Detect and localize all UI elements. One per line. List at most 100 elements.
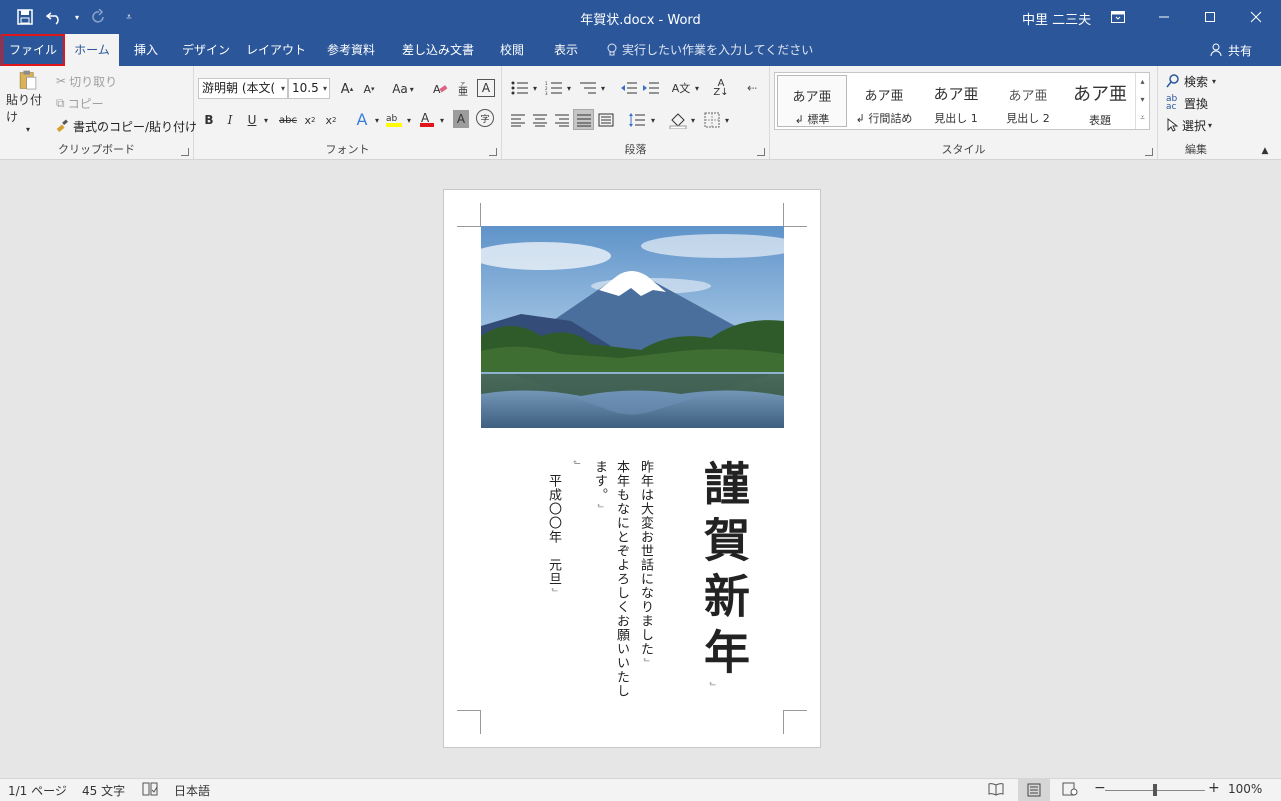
- zoom-level[interactable]: 100%: [1228, 782, 1262, 796]
- highlight-dropdown-icon[interactable]: ▾: [404, 110, 414, 130]
- zoom-in-icon[interactable]: +: [1208, 780, 1220, 796]
- customize-qat-icon[interactable]: ⩡: [116, 6, 142, 28]
- shrink-font-icon[interactable]: A ▾: [360, 79, 378, 99]
- text-effects-dropdown-icon[interactable]: ▾: [372, 110, 382, 130]
- greeting-line-1[interactable]: 昨年は大変お世話になりました↲: [636, 460, 654, 665]
- numbering-icon[interactable]: 123: [542, 78, 566, 98]
- shading-icon[interactable]: [668, 110, 688, 130]
- subscript-icon[interactable]: x2: [301, 110, 319, 130]
- zoom-slider-thumb[interactable]: [1153, 784, 1157, 796]
- line-spacing-dropdown-icon[interactable]: ▾: [648, 110, 658, 130]
- underline-dropdown-icon[interactable]: ▾: [261, 110, 271, 130]
- find-button[interactable]: 検索 ▾: [1166, 72, 1216, 90]
- multilevel-list-icon[interactable]: [576, 78, 600, 98]
- numbering-dropdown-icon[interactable]: ▾: [564, 78, 574, 98]
- tab-layout[interactable]: レイアウト: [245, 34, 307, 66]
- cut-button[interactable]: ✂ 切り取り: [56, 73, 117, 89]
- strikethrough-icon[interactable]: abc: [277, 110, 299, 130]
- style-heading-2[interactable]: あア亜 見出し 2: [993, 75, 1063, 127]
- zoom-out-icon[interactable]: −: [1094, 780, 1106, 796]
- style-normal[interactable]: あア亜 ↲ 標準: [777, 75, 847, 127]
- styles-launcher-icon[interactable]: [1145, 148, 1153, 156]
- tab-file[interactable]: ファイル: [1, 34, 65, 66]
- font-name-combo[interactable]: 游明朝 (本文( ▾: [198, 78, 288, 99]
- change-case-button[interactable]: Aa ▾: [388, 79, 418, 99]
- tab-view[interactable]: 表示: [544, 34, 588, 66]
- justify-icon[interactable]: [573, 109, 594, 130]
- paste-dropdown-icon[interactable]: ▾: [26, 125, 30, 134]
- undo-dropdown-icon[interactable]: ▾: [72, 6, 82, 28]
- grow-font-icon[interactable]: A ▴: [338, 79, 356, 99]
- close-icon[interactable]: [1233, 0, 1279, 34]
- line-spacing-icon[interactable]: [626, 110, 648, 130]
- scroll-up-icon[interactable]: ▴: [1136, 73, 1149, 91]
- shading-dropdown-icon[interactable]: ▾: [688, 110, 698, 130]
- font-color-dropdown-icon[interactable]: ▾: [437, 110, 447, 130]
- tell-me-box[interactable]: 実行したい作業を入力してください: [606, 34, 813, 66]
- format-painter-button[interactable]: 書式のコピー/貼り付け: [56, 118, 197, 134]
- style-no-spacing[interactable]: あア亜 ↲ 行間詰め: [849, 75, 919, 127]
- select-button[interactable]: 選択 ▾: [1166, 116, 1212, 134]
- read-mode-icon[interactable]: [988, 782, 1004, 799]
- headline-text[interactable]: 謹賀新年: [694, 460, 754, 684]
- tab-insert[interactable]: 挿入: [124, 34, 168, 66]
- paragraph-launcher-icon[interactable]: [757, 148, 765, 156]
- phonetic-guide-icon[interactable]: 亜ア: [454, 79, 474, 99]
- character-shading-icon[interactable]: A: [453, 110, 469, 128]
- tab-review[interactable]: 校閲: [492, 34, 532, 66]
- clipboard-launcher-icon[interactable]: [181, 148, 189, 156]
- distributed-icon[interactable]: [596, 110, 616, 130]
- sort-icon[interactable]: A Z↓: [710, 78, 732, 98]
- more-styles-icon[interactable]: ⩡: [1136, 109, 1149, 127]
- text-effects-icon[interactable]: A: [352, 108, 372, 130]
- undo-icon[interactable]: [42, 6, 68, 28]
- replace-button[interactable]: ab ac 置換: [1166, 94, 1208, 112]
- web-layout-icon[interactable]: [1062, 782, 1078, 799]
- tab-design[interactable]: デザイン: [178, 34, 234, 66]
- greeting-line-3[interactable]: ます。↲: [590, 460, 608, 511]
- italic-icon[interactable]: I: [221, 110, 239, 130]
- redo-icon[interactable]: [86, 6, 112, 28]
- document-area[interactable]: 謹賀新年 ↲ 昨年は大変お世話になりました↲ 本年もなにとぞよろしくお願いいたし…: [0, 160, 1281, 778]
- style-title[interactable]: あア亜 表題: [1065, 75, 1135, 127]
- page-count[interactable]: 1/1 ページ: [8, 782, 67, 799]
- tab-references[interactable]: 参考資料: [318, 34, 384, 66]
- clear-formatting-icon[interactable]: A: [430, 79, 450, 99]
- copy-button[interactable]: ⧉ コピー: [56, 95, 104, 111]
- style-heading-1[interactable]: あア亜 見出し 1: [921, 75, 991, 127]
- document-page[interactable]: 謹賀新年 ↲ 昨年は大変お世話になりました↲ 本年もなにとぞよろしくお願いいたし…: [443, 189, 821, 748]
- tab-home[interactable]: ホーム: [65, 34, 119, 66]
- asian-layout-icon[interactable]: A文: [670, 78, 692, 98]
- tab-mailings[interactable]: 差し込み文書: [396, 34, 480, 66]
- scroll-down-icon[interactable]: ▾: [1136, 91, 1149, 109]
- mount-fuji-photo[interactable]: [481, 226, 784, 428]
- align-left-icon[interactable]: [508, 110, 528, 130]
- proofing-icon[interactable]: [142, 782, 158, 799]
- maximize-icon[interactable]: [1187, 0, 1233, 34]
- word-count[interactable]: 45 文字: [82, 782, 125, 799]
- save-icon[interactable]: [12, 6, 38, 28]
- highlight-icon[interactable]: ab: [384, 108, 404, 130]
- show-marks-icon[interactable]: ⇠: [742, 78, 762, 98]
- font-color-icon[interactable]: A: [418, 108, 436, 130]
- bullets-icon[interactable]: [508, 78, 532, 98]
- asian-layout-dropdown-icon[interactable]: ▾: [692, 78, 702, 98]
- paste-button[interactable]: 貼り付け ▾: [6, 70, 50, 134]
- align-center-icon[interactable]: [530, 110, 550, 130]
- print-layout-icon[interactable]: [1018, 779, 1050, 801]
- increase-indent-icon[interactable]: [640, 78, 662, 98]
- align-right-icon[interactable]: [552, 110, 572, 130]
- character-border-icon[interactable]: A: [477, 79, 495, 97]
- date-line[interactable]: 平成〇〇年 元旦↲: [544, 474, 562, 595]
- borders-icon[interactable]: [702, 110, 722, 130]
- enclose-characters-icon[interactable]: 字: [476, 109, 494, 127]
- superscript-icon[interactable]: x2: [322, 110, 340, 130]
- borders-dropdown-icon[interactable]: ▾: [722, 110, 732, 130]
- user-name[interactable]: 中里 二三夫: [1022, 9, 1091, 28]
- minimize-icon[interactable]: [1141, 0, 1187, 34]
- greeting-line-2[interactable]: 本年もなにとぞよろしくお願いいたし: [612, 460, 630, 698]
- font-size-combo[interactable]: 10.5 ▾: [288, 78, 330, 99]
- multilevel-dropdown-icon[interactable]: ▾: [598, 78, 608, 98]
- underline-icon[interactable]: U: [243, 110, 261, 130]
- collapse-ribbon-icon[interactable]: ▲: [1258, 144, 1272, 158]
